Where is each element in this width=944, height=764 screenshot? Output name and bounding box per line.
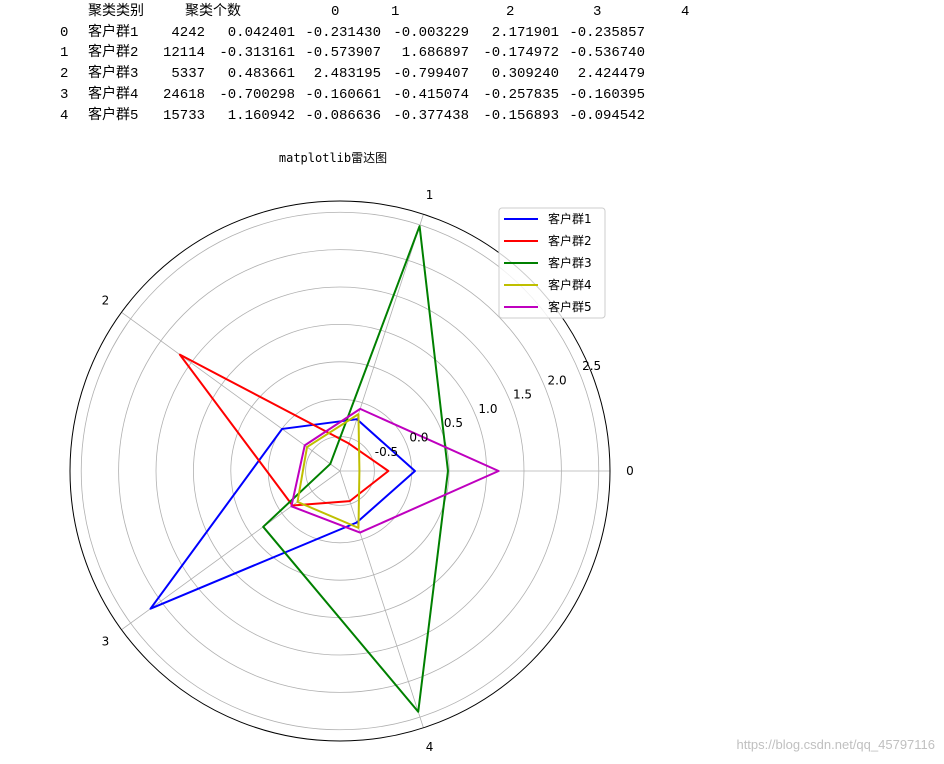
table-cell: 客户群1 bbox=[88, 25, 139, 41]
row-index: 2 bbox=[60, 66, 69, 82]
theta-tick-label: 4 bbox=[426, 740, 434, 754]
table-cell: 客户群5 bbox=[88, 108, 139, 124]
theta-gridline bbox=[121, 470, 341, 631]
theta-tick-label: 1 bbox=[426, 188, 434, 202]
data-point bbox=[302, 443, 307, 448]
data-point bbox=[412, 469, 417, 474]
data-point bbox=[417, 224, 422, 229]
data-point bbox=[386, 469, 391, 474]
r-tick-label: 2.5 bbox=[582, 359, 601, 373]
table-cell: 0.042401 bbox=[227, 25, 295, 41]
data-point bbox=[416, 709, 421, 714]
table-cell: -0.160395 bbox=[569, 87, 645, 103]
theta-tick-label: 2 bbox=[102, 294, 110, 308]
series-line bbox=[262, 225, 449, 713]
table-cell: -0.086636 bbox=[305, 108, 381, 124]
data-point bbox=[328, 461, 333, 466]
column-header: 聚类个数 bbox=[185, 4, 241, 20]
data-point bbox=[496, 469, 501, 474]
table-cell: 0.483661 bbox=[227, 66, 295, 82]
legend-label: 客户群5 bbox=[548, 299, 592, 314]
data-point bbox=[346, 441, 351, 446]
table-cell: 0.309240 bbox=[491, 66, 559, 82]
legend: 客户群1 客户群2 客户群3 客户群4 客户群5 bbox=[498, 207, 606, 319]
table-cell: -0.160661 bbox=[305, 87, 381, 103]
data-point bbox=[358, 530, 363, 535]
column-header: 2 bbox=[506, 4, 515, 20]
table-cell: 2.424479 bbox=[577, 66, 645, 82]
table-cell: -0.003229 bbox=[393, 25, 469, 41]
theta-tick-label: 0 bbox=[626, 464, 634, 478]
row-index: 4 bbox=[60, 108, 69, 124]
data-point bbox=[280, 426, 285, 431]
data-point bbox=[357, 469, 362, 474]
table-cell: 4242 bbox=[171, 25, 205, 41]
column-header: 0 bbox=[331, 4, 340, 20]
table-cell: 2.171901 bbox=[491, 25, 559, 41]
table-cell: 1.160942 bbox=[227, 108, 295, 124]
legend-label: 客户群1 bbox=[548, 211, 592, 226]
column-header: 3 bbox=[593, 4, 602, 20]
table-cell: 24618 bbox=[162, 87, 205, 103]
table-row: 0 客户群1 4242 0.042401 -0.231430 -0.003229… bbox=[0, 23, 944, 43]
r-tick-label: 1.0 bbox=[478, 402, 497, 416]
r-tick-label: 0.5 bbox=[444, 416, 463, 430]
data-point bbox=[356, 412, 361, 417]
row-index: 1 bbox=[60, 45, 69, 61]
row-index: 3 bbox=[60, 87, 69, 103]
theta-tick-label: 3 bbox=[102, 634, 110, 648]
table-header-row: 聚类类别 聚类个数 0 1 2 3 4 bbox=[0, 2, 944, 22]
table-cell: -0.415074 bbox=[393, 87, 469, 103]
data-point bbox=[295, 499, 300, 504]
data-point bbox=[358, 406, 363, 411]
row-index: 0 bbox=[60, 25, 69, 41]
dataframe-output: 聚类类别 聚类个数 0 1 2 3 4 0 客户群1 4242 0.042401… bbox=[0, 0, 944, 130]
r-tick-label: 2.0 bbox=[548, 373, 567, 387]
table-cell: 客户群2 bbox=[88, 45, 139, 61]
table-row: 1 客户群2 12114 -0.313161 -0.573907 1.68689… bbox=[0, 43, 944, 63]
column-header: 聚类类别 bbox=[88, 4, 144, 20]
plot-series bbox=[148, 224, 501, 714]
data-point bbox=[177, 352, 182, 357]
table-cell: -0.536740 bbox=[569, 45, 645, 61]
table-cell: -0.700298 bbox=[219, 87, 295, 103]
table-cell: -0.573907 bbox=[305, 45, 381, 61]
table-cell: -0.231430 bbox=[305, 25, 381, 41]
legend-label: 客户群4 bbox=[548, 277, 592, 292]
table-cell: -0.799407 bbox=[393, 66, 469, 82]
table-row: 4 客户群5 15733 1.160942 -0.086636 -0.37743… bbox=[0, 106, 944, 126]
legend-label: 客户群2 bbox=[548, 233, 592, 248]
column-header: 4 bbox=[681, 4, 690, 20]
data-point bbox=[261, 524, 266, 529]
table-row: 3 客户群4 24618 -0.700298 -0.160661 -0.4150… bbox=[0, 85, 944, 105]
table-row: 2 客户群3 5337 0.483661 2.483195 -0.799407 … bbox=[0, 64, 944, 84]
r-tick-label: 1.5 bbox=[513, 388, 532, 402]
table-cell: 1.686897 bbox=[401, 45, 469, 61]
table-cell: -0.094542 bbox=[569, 108, 645, 124]
data-point bbox=[148, 606, 153, 611]
data-point bbox=[289, 504, 294, 509]
r-tick-label: -0.5 bbox=[375, 445, 398, 459]
table-cell: -0.257835 bbox=[483, 87, 559, 103]
r-tick-label: 0.0 bbox=[409, 431, 428, 445]
table-cell: 5337 bbox=[171, 66, 205, 82]
table-cell: -0.174972 bbox=[483, 45, 559, 61]
table-cell: -0.235857 bbox=[569, 25, 645, 41]
table-cell: 客户群3 bbox=[88, 66, 139, 82]
table-cell: 15733 bbox=[162, 108, 205, 124]
data-point bbox=[347, 499, 352, 504]
table-cell: 客户群4 bbox=[88, 87, 139, 103]
table-cell: -0.156893 bbox=[483, 108, 559, 124]
column-header: 1 bbox=[391, 4, 400, 20]
watermark: https://blog.csdn.net/qq_45797116 bbox=[736, 737, 935, 752]
table-cell: -0.377438 bbox=[393, 108, 469, 124]
radar-chart: matplotlib雷达图 0 1 2 3 4 -0.5 0.0 0.5 1.0 1.5 2.0 2.… bbox=[69, 151, 634, 754]
chart-title: matplotlib雷达图 bbox=[279, 151, 387, 165]
data-point bbox=[445, 469, 450, 474]
table-cell: 2.483195 bbox=[313, 66, 381, 82]
table-cell: -0.313161 bbox=[219, 45, 295, 61]
table-cell: 12114 bbox=[162, 45, 205, 61]
legend-label: 客户群3 bbox=[548, 255, 592, 270]
data-point bbox=[356, 525, 361, 530]
